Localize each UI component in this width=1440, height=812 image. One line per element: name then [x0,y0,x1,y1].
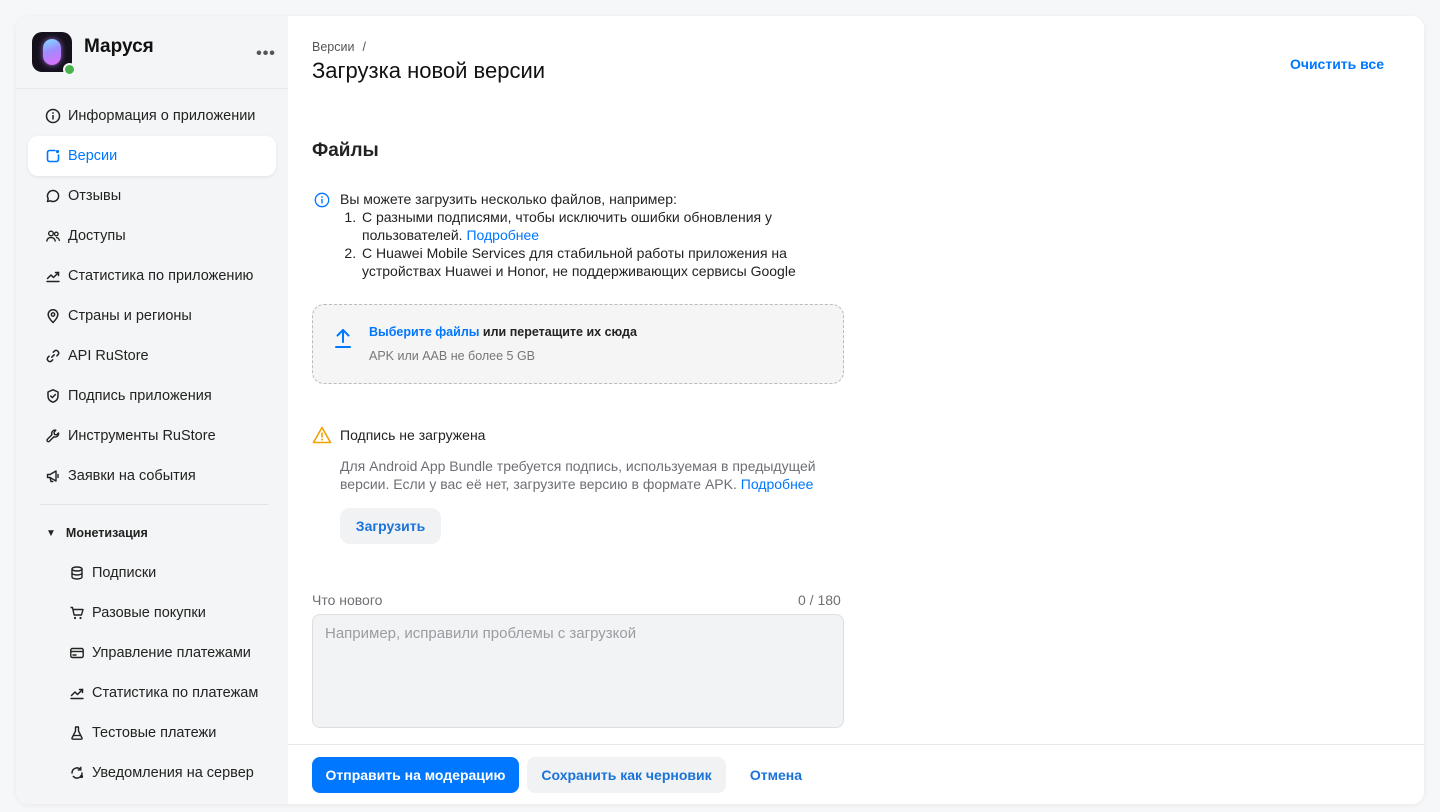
sidebar-item-label: Версии [68,148,118,164]
info-item: С разными подписями, чтобы исключить оши… [360,208,852,244]
sidebar-item-label: Статистика по приложению [68,268,254,284]
main-content: Версии / Загрузка новой версии Очистить в… [288,16,1424,804]
chat-icon [44,187,62,205]
sidebar-item-tools[interactable]: Инструменты RuStore [28,416,276,456]
sidebar-item-label: Управление платежами [92,645,251,661]
sidebar-item-access[interactable]: Доступы [28,216,276,256]
sidebar-item-label: Заявки на события [68,468,196,484]
sidebar-item-countries[interactable]: Страны и регионы [28,296,276,336]
info-intro: Вы можете загрузить несколько файлов, на… [340,191,677,207]
status-dot [63,63,76,76]
upload-signature-button[interactable]: Загрузить [340,508,441,544]
app-icon[interactable] [32,32,76,76]
file-dropzone[interactable]: Выберите файлы или перетащите их сюда AP… [312,304,844,384]
sidebar-item-label: Доступы [68,228,126,244]
sidebar-item-label: Страны и регионы [68,308,192,324]
breadcrumb: Версии / [312,40,366,54]
app-header: Маруся ••• [32,32,275,76]
monetization-section-toggle[interactable]: ▼ Монетизация [28,513,276,553]
card-icon [68,644,86,662]
sidebar-item-payments-stats[interactable]: Статистика по платежам [28,673,276,713]
info-item: С Huawei Mobile Services для стабильной … [360,244,852,280]
signature-warning-title: Подпись не загружена [340,427,486,443]
whats-new-label: Что нового [312,592,383,608]
dropzone-text: Выберите файлы или перетащите их сюда [369,325,637,339]
info-icon [44,107,62,125]
dropzone-hint: APK или AAB не более 5 GB [369,349,536,363]
sidebar: Маруся ••• Информация о приложении Верси… [16,16,288,804]
page-title: Загрузка новой версии [312,58,546,83]
divider [16,88,288,89]
footer-actions: Отправить на модерацию Сохранить как чер… [288,744,1424,804]
sidebar-item-reviews[interactable]: Отзывы [28,176,276,216]
sidebar-item-label: Статистика по платежам [92,685,259,701]
divider [40,504,268,505]
wrench-icon [44,427,62,445]
triangle-down-icon: ▼ [46,527,56,539]
shield-icon [44,387,62,405]
link-icon [44,347,62,365]
trend-icon [68,684,86,702]
sidebar-item-payments-management[interactable]: Управление платежами [28,633,276,673]
files-section-title: Файлы [312,140,379,161]
app-logo-glow [43,39,61,65]
cart-icon [68,604,86,622]
sidebar-item-label: Инструменты RuStore [68,428,216,444]
sidebar-nav: Информация о приложении Версии Отзывы До… [28,96,276,793]
info-list: С разными подписями, чтобы исключить оши… [360,208,852,280]
sync-icon [68,764,86,782]
warning-icon [312,426,332,444]
sidebar-item-app-info[interactable]: Информация о приложении [28,96,276,136]
sidebar-item-label: Отзывы [68,188,122,204]
whats-new-input[interactable] [312,614,844,728]
sidebar-item-label: Тестовые платежи [92,725,217,741]
sidebar-item-events[interactable]: Заявки на события [28,456,276,496]
versions-icon [44,147,62,165]
cancel-button[interactable]: Отмена [734,757,818,793]
sidebar-item-label: Подпись приложения [68,388,212,404]
breadcrumb-link-versions[interactable]: Версии [312,40,354,54]
sidebar-item-signature[interactable]: Подпись приложения [28,376,276,416]
info-icon [314,192,330,208]
users-icon [44,227,62,245]
section-title: Монетизация [65,526,148,540]
sidebar-item-api[interactable]: API RuStore [28,336,276,376]
info-item-text: С Huawei Mobile Services для стабильной … [362,245,796,279]
location-icon [44,307,62,325]
more-icon[interactable]: ••• [254,44,278,64]
char-counter: 0 / 180 [798,592,841,608]
save-draft-button[interactable]: Сохранить как черновик [527,757,726,793]
app-window: Маруся ••• Информация о приложении Верси… [16,16,1424,804]
sidebar-item-label: Разовые покупки [92,605,206,621]
submit-moderation-button[interactable]: Отправить на модерацию [312,757,519,793]
choose-files-link[interactable]: Выберите файлы [369,325,479,339]
learn-more-link[interactable]: Подробнее [466,227,539,243]
breadcrumb-separator: / [362,40,366,54]
sidebar-item-subscriptions[interactable]: Подписки [28,553,276,593]
clear-all-button[interactable]: Очистить все [1290,56,1384,72]
flask-icon [68,724,86,742]
info-item-text: С разными подписями, чтобы исключить оши… [362,209,772,243]
dropzone-label: или перетащите их сюда [479,325,637,339]
megaphone-icon [44,467,62,485]
learn-more-link[interactable]: Подробнее [741,476,814,492]
database-icon [68,564,86,582]
files-info: Вы можете загрузить несколько файлов, на… [312,190,852,280]
sidebar-item-versions[interactable]: Версии [28,136,276,176]
sidebar-item-purchases[interactable]: Разовые покупки [28,593,276,633]
sidebar-item-label: Информация о приложении [68,108,256,124]
sidebar-item-app-stats[interactable]: Статистика по приложению [28,256,276,296]
sidebar-item-label: Уведомления на сервер [92,765,254,781]
trend-icon [44,267,62,285]
sidebar-item-label: Подписки [92,565,157,581]
signature-warning-desc: Для Android App Bundle требуется подпись… [340,457,840,493]
sidebar-item-label: API RuStore [68,348,149,364]
sidebar-item-test-payments[interactable]: Тестовые платежи [28,713,276,753]
sidebar-item-server-notifications[interactable]: Уведомления на сервер [28,753,276,793]
upload-icon [335,329,351,348]
app-name: Маруся [84,36,154,57]
